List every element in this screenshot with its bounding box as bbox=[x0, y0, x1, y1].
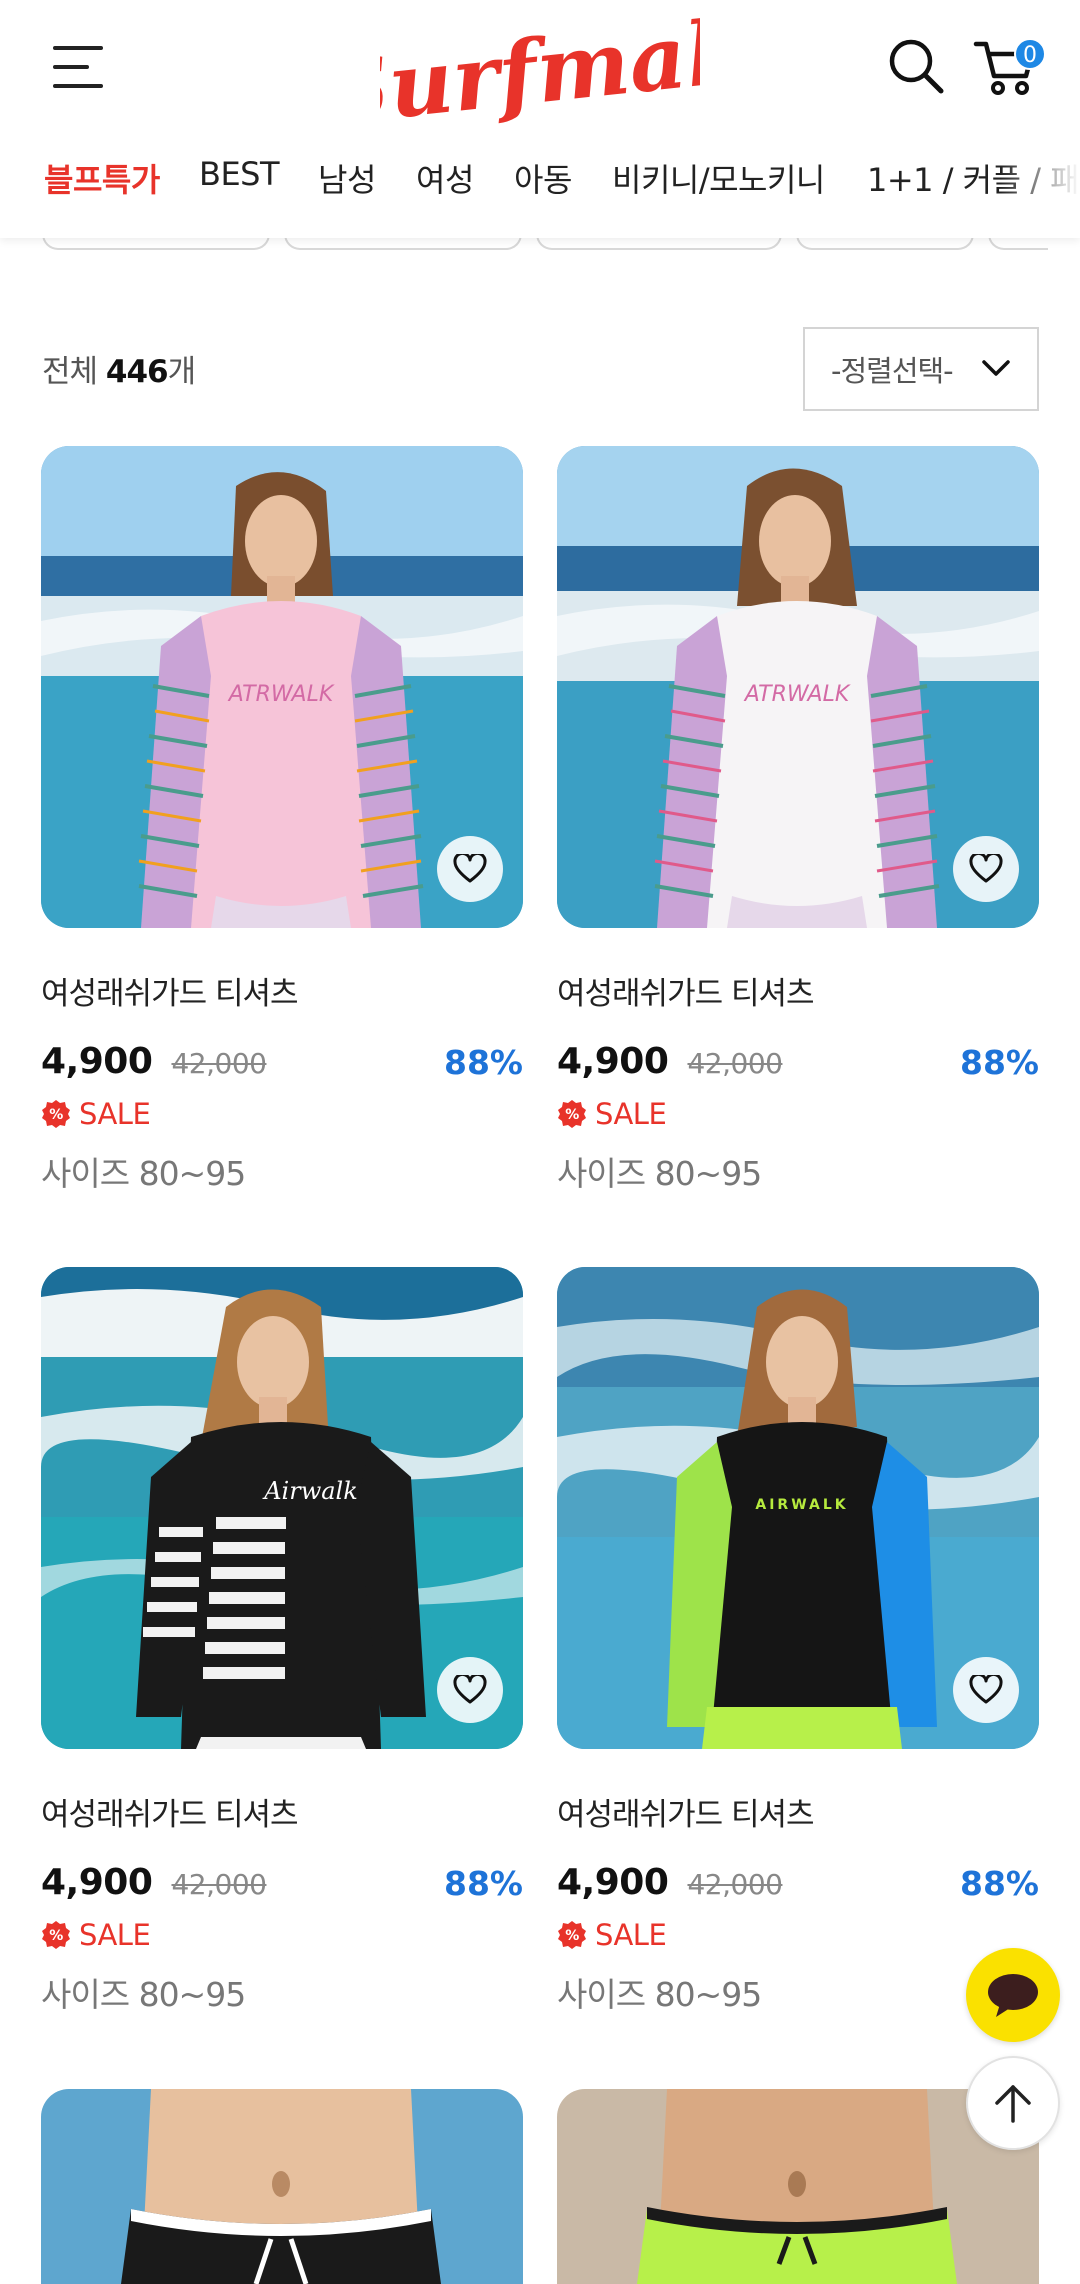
sale-price: 4,900 bbox=[557, 1041, 669, 1082]
product-name[interactable]: 여성래쉬가드 티셔츠 bbox=[557, 1789, 1039, 1834]
category-nav: 블프특가 BEST 남성 여성 아동 비키니/모노키니 1+1 / 커플 / 패 bbox=[0, 155, 1080, 215]
product-count: 전체 446개 bbox=[42, 354, 196, 390]
product-card[interactable]: AIRWALK 여성래쉬가드 티셔츠 4,900 42,000 88% % SA… bbox=[557, 1267, 1039, 2016]
percent-badge-icon: % bbox=[42, 1100, 70, 1128]
percent-badge-icon: % bbox=[42, 1921, 70, 1949]
product-name[interactable]: 여성래쉬가드 티셔츠 bbox=[557, 968, 1039, 1013]
search-icon[interactable] bbox=[884, 34, 948, 98]
category-men[interactable]: 남성 bbox=[318, 155, 376, 201]
product-name[interactable]: 여성래쉬가드 티셔츠 bbox=[41, 1789, 523, 1834]
percent-badge-icon: % bbox=[558, 1921, 586, 1949]
svg-text:%: % bbox=[565, 1107, 579, 1123]
wishlist-heart-icon[interactable] bbox=[953, 1657, 1019, 1723]
wishlist-heart-icon[interactable] bbox=[437, 1657, 503, 1723]
wishlist-heart-icon[interactable] bbox=[437, 836, 503, 902]
kakao-chat-icon[interactable] bbox=[966, 1948, 1060, 2042]
original-price: 42,000 bbox=[687, 1868, 783, 1901]
price-row: 4,900 42,000 88% bbox=[41, 1862, 523, 1906]
svg-text:ATRWALK: ATRWALK bbox=[743, 682, 851, 707]
chevron-down-icon bbox=[982, 360, 1010, 376]
discount-rate: 88% bbox=[960, 1864, 1039, 1903]
hamburger-menu-icon[interactable] bbox=[48, 40, 108, 94]
svg-text:%: % bbox=[49, 1928, 63, 1944]
category-bikini[interactable]: 비키니/모노키니 bbox=[612, 155, 825, 201]
product-card[interactable] bbox=[41, 2089, 523, 2284]
svg-text:Surfmall: Surfmall bbox=[380, 0, 700, 138]
product-image[interactable]: Airwalk bbox=[41, 1267, 523, 1749]
category-best[interactable]: BEST bbox=[199, 155, 280, 193]
svg-text:%: % bbox=[49, 1107, 63, 1123]
category-black-friday[interactable]: 블프특가 bbox=[44, 155, 160, 201]
sale-price: 4,900 bbox=[41, 1041, 153, 1082]
product-card[interactable] bbox=[557, 2089, 1039, 2284]
discount-rate: 88% bbox=[444, 1043, 523, 1082]
original-price: 42,000 bbox=[171, 1047, 267, 1080]
category-women[interactable]: 여성 bbox=[416, 155, 474, 201]
sale-badge: % SALE bbox=[41, 1097, 523, 1131]
svg-text:%: % bbox=[565, 1928, 579, 1944]
price-row: 4,900 42,000 88% bbox=[557, 1041, 1039, 1085]
sort-select[interactable]: -정렬선택- bbox=[803, 327, 1039, 411]
product-card[interactable]: ATRWALK 여성래쉬가드 티셔츠 4,900 42,000 88% % SA… bbox=[41, 446, 523, 1195]
arrow-up-icon[interactable] bbox=[966, 2056, 1060, 2150]
surfmall-logo[interactable]: Surfmall bbox=[380, 0, 700, 138]
product-size: 사이즈 80~95 bbox=[557, 1154, 762, 1193]
category-kids[interactable]: 아동 bbox=[514, 155, 572, 201]
sale-price: 4,900 bbox=[41, 1862, 153, 1903]
top-header: Surfmall 0 블프특가 BEST 남성 여성 아동 비키니/모노키니 1… bbox=[0, 0, 1080, 238]
product-image[interactable]: ATRWALK bbox=[557, 446, 1039, 928]
product-image[interactable] bbox=[557, 2089, 1039, 2284]
sale-badge: % SALE bbox=[557, 1918, 1039, 1952]
product-image[interactable]: ATRWALK bbox=[41, 446, 523, 928]
original-price: 42,000 bbox=[171, 1868, 267, 1901]
product-name[interactable]: 여성래쉬가드 티셔츠 bbox=[41, 968, 523, 1013]
svg-text:ATRWALK: ATRWALK bbox=[227, 682, 335, 707]
svg-text:AIRWALK: AIRWALK bbox=[755, 1497, 848, 1513]
product-size: 사이즈 80~95 bbox=[41, 1975, 246, 2014]
sale-price: 4,900 bbox=[557, 1862, 669, 1903]
sort-label: -정렬선택- bbox=[831, 354, 954, 388]
discount-rate: 88% bbox=[960, 1043, 1039, 1082]
price-row: 4,900 42,000 88% bbox=[557, 1862, 1039, 1906]
svg-text:Airwalk: Airwalk bbox=[262, 1477, 358, 1505]
sale-badge: % SALE bbox=[557, 1097, 1039, 1131]
product-card[interactable]: Airwalk 여성래쉬가드 티셔츠 4,900 42,000 88% % SA… bbox=[41, 1267, 523, 2016]
cart-count-badge: 0 bbox=[1014, 38, 1046, 70]
discount-rate: 88% bbox=[444, 1864, 523, 1903]
original-price: 42,000 bbox=[687, 1047, 783, 1080]
sale-badge: % SALE bbox=[41, 1918, 523, 1952]
product-image[interactable] bbox=[41, 2089, 523, 2284]
product-size: 사이즈 80~95 bbox=[41, 1154, 246, 1193]
product-card[interactable]: ATRWALK 여성래쉬가드 티셔츠 4,900 42,000 88% % SA… bbox=[557, 446, 1039, 1195]
price-row: 4,900 42,000 88% bbox=[41, 1041, 523, 1085]
wishlist-heart-icon[interactable] bbox=[953, 836, 1019, 902]
product-image[interactable]: AIRWALK bbox=[557, 1267, 1039, 1749]
percent-badge-icon: % bbox=[558, 1100, 586, 1128]
